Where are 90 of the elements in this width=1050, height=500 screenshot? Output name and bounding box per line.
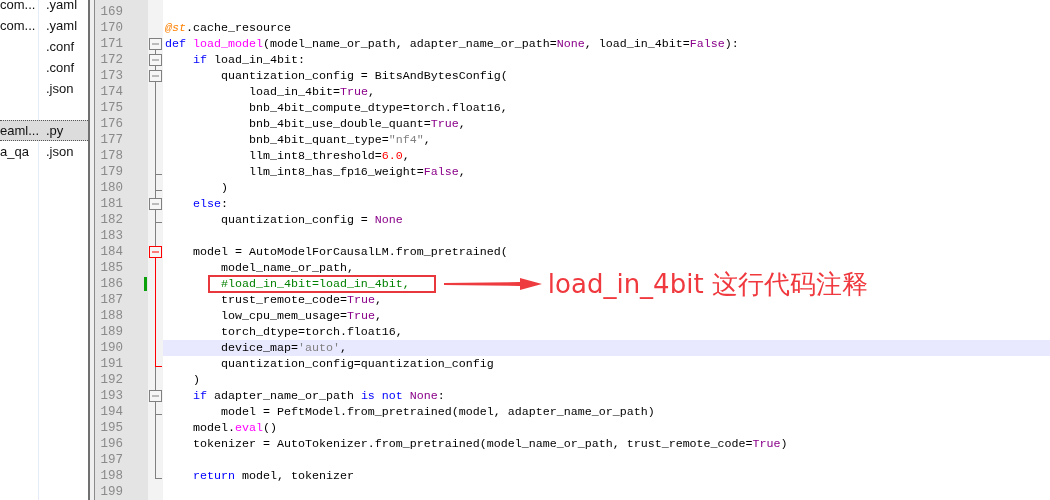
fold-end-line [155, 404, 162, 420]
code-line: ) [193, 373, 200, 387]
line-number: 188 [99, 308, 124, 324]
line-number: 193 [99, 388, 124, 404]
line-number: 195 [99, 420, 124, 436]
code-line: model = AutoModelForCausalLM.from_pretrained( [193, 245, 508, 259]
line-number: 175 [99, 100, 124, 116]
code-line: trust_remote_code=True, [220, 293, 382, 307]
splitter-handle[interactable] [88, 0, 95, 500]
code-line: quantization_config = None [220, 213, 403, 227]
line-number: 183 [99, 228, 124, 244]
line-number: 185 [99, 260, 124, 276]
file-extension: .yaml [45, 16, 78, 35]
line-number: 173 [99, 68, 124, 84]
line-number: 194 [99, 404, 124, 420]
fold-toggle[interactable] [149, 54, 162, 66]
code-line: llm_int8_threshold=6.0, [248, 149, 410, 163]
code-line: model_name_or_path, [220, 261, 354, 275]
code-line: llm_int8_has_fp16_weight=False, [248, 165, 466, 179]
line-number: 169 [99, 4, 124, 20]
fold-toggle[interactable] [149, 70, 162, 82]
code-line: model.eval() [193, 421, 277, 435]
file-extension: .py [45, 121, 64, 140]
fold-end-line [155, 212, 162, 228]
fold-toggle[interactable] [149, 38, 162, 50]
file-extension: .json [45, 79, 74, 98]
file-extension: .json [45, 142, 74, 161]
line-number: 181 [99, 196, 124, 212]
line-number: 174 [99, 84, 124, 100]
file-row[interactable]: a_qa .json [0, 141, 88, 162]
code-line: low_cpu_mem_usage=True, [220, 309, 382, 323]
line-number: 171 [99, 36, 124, 52]
line-number: 172 [99, 52, 124, 68]
code-line: def load_model(model_name_or_path, adapter_name_or_path=None, load_in_4bit=False): [165, 37, 739, 51]
line-number: 198 [99, 468, 124, 484]
file-name: com... [0, 17, 36, 33]
code-line: if load_in_4bit: [193, 53, 305, 67]
code-line: quantization_config = BitsAndBytesConfig( [220, 69, 508, 83]
file-row[interactable]: .json [0, 78, 88, 99]
line-number: 184 [99, 244, 124, 260]
code-line: bnb_4bit_quant_type="nf4", [248, 133, 431, 147]
code-line: tokenizer = AutoTokenizer.from_pretrained(model_name_or_path, trust_remote_code=True) [193, 437, 788, 451]
fold-toggle[interactable] [149, 246, 162, 258]
code-line: torch_dtype=torch.float16, [220, 325, 403, 339]
fold-line [155, 210, 156, 212]
fold-line [155, 402, 156, 404]
fold-end-line [155, 356, 162, 372]
fold-toggle[interactable] [149, 390, 162, 402]
file-name: a_qa [0, 143, 29, 159]
file-row[interactable]: com... .yaml [0, 15, 88, 36]
file-name: com... [0, 0, 36, 12]
line-number: 180 [99, 180, 124, 196]
line-number: 190 [99, 340, 124, 356]
file-extension: .conf [45, 58, 75, 77]
line-number: 186 [99, 276, 124, 292]
line-number: 176 [99, 116, 124, 132]
file-row[interactable]: com... .yaml [0, 0, 88, 15]
fold-line [155, 196, 156, 198]
code-line: device_map='auto', [220, 341, 347, 355]
line-number: 177 [99, 132, 124, 148]
file-name: eaml... [0, 122, 39, 138]
file-row[interactable]: .conf [0, 57, 88, 78]
line-number: 192 [99, 372, 124, 388]
file-row[interactable]: .conf [0, 36, 88, 57]
file-extension: .yaml [45, 0, 78, 14]
code-line: load_in_4bit=True, [248, 85, 375, 99]
line-number: 191 [99, 356, 124, 372]
code-line: return model, tokenizer [193, 469, 354, 483]
code-line: if adapter_name_or_path is not None: [193, 389, 445, 403]
line-number: 182 [99, 212, 124, 228]
annotation-text: load_in_4bit 这行代码注释 [547, 268, 868, 300]
code-line: else: [193, 197, 228, 211]
fold-toggle[interactable] [149, 198, 162, 210]
code-line: bnb_4bit_use_double_quant=True, [248, 117, 466, 131]
file-row[interactable]: eaml... .py [0, 120, 88, 141]
line-number: 199 [99, 484, 124, 500]
code-line: bnb_4bit_compute_dtype=torch.float16, [248, 101, 508, 115]
line-number: 187 [99, 292, 124, 308]
code-line: ) [220, 181, 228, 195]
code-line: @st.cache_resource [165, 21, 291, 35]
line-number: 178 [99, 148, 124, 164]
code-line: model = PeftModel.from_pretrained(model, adapter_name_or_path) [220, 405, 655, 419]
line-number: 179 [99, 164, 124, 180]
line-number: 196 [99, 436, 124, 452]
code-line: quantization_config=quantization_config [220, 357, 494, 371]
change-marker [144, 277, 147, 291]
file-extension: .conf [45, 37, 75, 56]
line-number: 189 [99, 324, 124, 340]
line-number: 170 [99, 20, 124, 36]
line-number: 197 [99, 452, 124, 468]
